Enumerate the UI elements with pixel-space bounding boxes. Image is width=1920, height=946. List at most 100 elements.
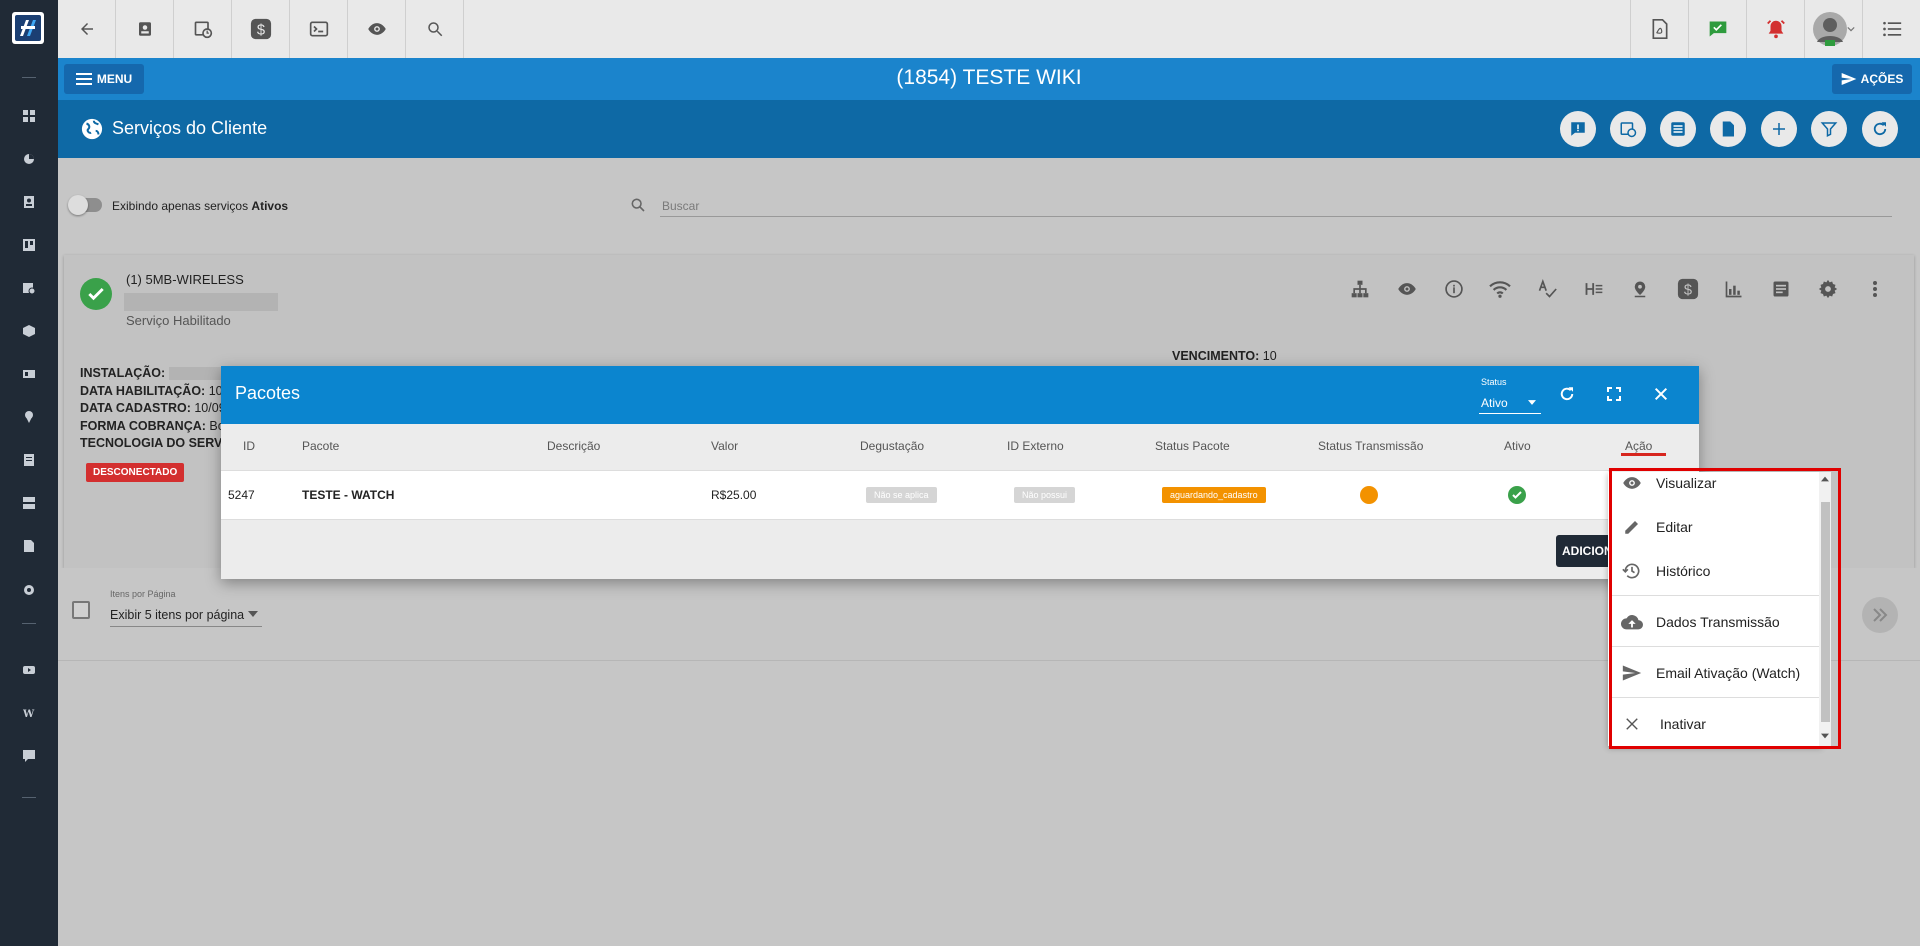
finance-button[interactable]: $ (232, 0, 290, 58)
user-menu[interactable] (1804, 0, 1862, 58)
terminal-button[interactable] (290, 0, 348, 58)
contact-card-icon[interactable] (19, 192, 39, 212)
bar-chart-icon[interactable] (1722, 277, 1746, 301)
col-valor[interactable]: Valor (711, 439, 738, 453)
list-menu-icon (1882, 21, 1901, 37)
annotation-highlight-box (1609, 468, 1841, 749)
col-pacote[interactable]: Pacote (302, 439, 339, 453)
messages-button[interactable] (1688, 0, 1746, 58)
add-action-button[interactable] (1761, 111, 1797, 147)
wiki-icon[interactable]: W (19, 703, 39, 723)
toggle-knob[interactable] (68, 195, 88, 215)
table-row[interactable] (221, 470, 1699, 520)
document-icon[interactable] (19, 450, 39, 470)
search-input[interactable]: Buscar (662, 199, 699, 213)
heading-icon[interactable] (1582, 277, 1606, 301)
refresh-icon (1560, 387, 1574, 401)
rail-divider (22, 77, 36, 78)
gear-icon[interactable] (1816, 277, 1840, 301)
col-id-externo[interactable]: ID Externo (1007, 439, 1064, 453)
calendar-clock-icon[interactable] (19, 278, 39, 298)
service-enabled-icon (80, 278, 112, 310)
chat-icon[interactable] (19, 746, 39, 766)
col-id[interactable]: ID (243, 439, 255, 453)
filter-icon (1820, 122, 1838, 137)
tecnologia-field: TECNOLOGIA DO SERVIÇ (80, 436, 235, 450)
id-externo-badge: Não possui (1014, 487, 1076, 503)
notes-icon[interactable] (1769, 277, 1793, 301)
refresh-action-button[interactable] (1862, 111, 1898, 147)
svg-text:$: $ (256, 23, 264, 39)
modal-close-button[interactable] (1648, 381, 1674, 407)
video-icon[interactable] (19, 660, 39, 680)
last-page-button[interactable] (1862, 597, 1898, 633)
col-acao[interactable]: Ação (1625, 439, 1652, 453)
alarm-bell-icon (1766, 20, 1785, 39)
select-underline (110, 626, 262, 627)
document-icon (1722, 121, 1734, 137)
modal-refresh-button[interactable] (1554, 381, 1580, 407)
acao-active-indicator (1621, 453, 1666, 456)
terminal-icon (309, 21, 328, 37)
pdf-icon (1652, 19, 1667, 39)
filter-action-button[interactable] (1811, 111, 1847, 147)
pdf-button[interactable] (1630, 0, 1688, 58)
col-status-pacote[interactable]: Status Pacote (1155, 439, 1230, 453)
dollar-icon[interactable]: $ (1676, 277, 1700, 301)
dropdown-arrow-icon[interactable] (248, 611, 258, 617)
search-icon (427, 22, 442, 37)
modal-fullscreen-button[interactable] (1601, 381, 1627, 407)
info-icon[interactable] (1442, 277, 1466, 301)
alert-icon (1571, 122, 1585, 136)
search-underline (660, 216, 1892, 217)
send-icon (1841, 73, 1856, 85)
list-action-button[interactable] (1660, 111, 1696, 147)
col-ativo[interactable]: Ativo (1504, 439, 1531, 453)
network-tree-icon[interactable] (1348, 277, 1372, 301)
document-action-button[interactable] (1710, 111, 1746, 147)
wifi-icon[interactable] (1488, 277, 1512, 301)
transmission-status-indicator (1360, 486, 1378, 504)
more-vert-icon[interactable] (1863, 277, 1887, 301)
col-descricao[interactable]: Descrição (547, 439, 600, 453)
cell-pacote: TESTE - WATCH (302, 488, 395, 502)
globe-icon (81, 118, 103, 140)
app-menu-button[interactable] (1862, 0, 1920, 58)
search-button[interactable] (406, 0, 464, 58)
schedule-button[interactable] (174, 0, 232, 58)
acoes-button[interactable]: AÇÕES (1832, 64, 1912, 94)
dashboard-icon[interactable] (19, 106, 39, 126)
map-pin-icon[interactable] (1628, 277, 1652, 301)
dollar-icon: $ (250, 18, 271, 40)
status-filter-select[interactable]: Ativo (1481, 396, 1508, 410)
items-per-page-select[interactable]: Exibir 5 itens por página (110, 608, 244, 622)
pie-chart-icon[interactable] (19, 149, 39, 169)
dropdown-arrow-icon[interactable] (1528, 400, 1536, 405)
back-button[interactable] (58, 0, 116, 58)
kanban-icon[interactable] (19, 235, 39, 255)
cube-icon[interactable] (19, 321, 39, 341)
contact-button[interactable] (116, 0, 174, 58)
spellcheck-icon[interactable] (1535, 277, 1559, 301)
app-logo[interactable] (12, 12, 44, 44)
file-icon[interactable] (19, 536, 39, 556)
id-card-icon[interactable] (19, 364, 39, 384)
calendar-clock-icon (1620, 122, 1637, 138)
habilitacao-field: DATA HABILITAÇÃO: 10/0 (80, 384, 233, 398)
alert-button[interactable] (1560, 111, 1596, 147)
select-all-checkbox[interactable] (72, 601, 90, 619)
page-title: Serviços do Cliente (112, 118, 268, 138)
add-package-button[interactable]: ADICIONAR (1556, 535, 1616, 567)
gear-icon[interactable] (19, 580, 39, 600)
eye-icon[interactable] (1395, 277, 1419, 301)
view-button[interactable] (348, 0, 406, 58)
col-status-transmissao[interactable]: Status Transmissão (1318, 439, 1423, 453)
schedule-action-button[interactable] (1610, 111, 1646, 147)
alarm-button[interactable] (1746, 0, 1804, 58)
double-chevron-right-icon (1873, 608, 1888, 622)
hamburger-icon (75, 73, 92, 85)
map-pin-icon[interactable] (19, 407, 39, 427)
col-degustacao[interactable]: Degustação (860, 439, 924, 453)
server-icon[interactable] (19, 493, 39, 513)
menu-button[interactable]: MENU (64, 64, 144, 94)
